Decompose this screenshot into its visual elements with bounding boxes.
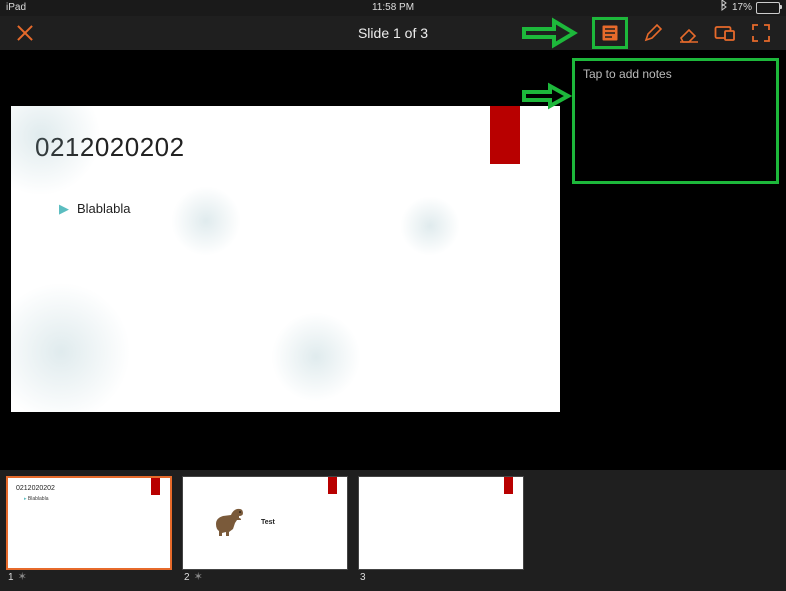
star-icon: ✶ (18, 572, 27, 583)
annotation-arrow-panel (520, 82, 572, 110)
thumbnail-slide-3[interactable] (358, 476, 524, 570)
bluetooth-icon (720, 0, 728, 17)
thumbnail-slide-1[interactable]: 0212020202 ▸ Blablabla (6, 476, 172, 570)
close-button[interactable] (14, 22, 36, 44)
annotation-arrow-toolbar (520, 17, 578, 49)
thumb-label-3: 3 (360, 572, 366, 583)
notes-placeholder: Tap to add notes (583, 67, 672, 81)
notes-button-highlight (592, 17, 628, 49)
clock-label: 11:58 PM (372, 0, 414, 16)
device-label: iPad (6, 0, 26, 16)
bullet-marker-icon: ▶ (59, 201, 69, 216)
thumb-label-1: 1 ✶ (8, 572, 27, 583)
mirror-display-button[interactable] (714, 22, 736, 44)
status-bar: iPad 11:58 PM 17% (0, 0, 786, 16)
fullscreen-button[interactable] (750, 22, 772, 44)
notes-button[interactable] (599, 22, 621, 44)
thumb-label-2: 2 ✶ (184, 572, 203, 583)
trex-image-icon (211, 505, 247, 537)
battery-icon (756, 2, 780, 14)
battery-text: 17% (732, 0, 752, 16)
thumb-test-label: Test (261, 519, 275, 526)
status-right-cluster: 17% (720, 0, 780, 16)
thumb-title: 0212020202 (8, 478, 170, 492)
slide-accent-bar (490, 106, 520, 164)
thumbnail-slide-2[interactable]: Test (182, 476, 348, 570)
star-icon: ✶ (194, 572, 203, 583)
slide-accent-bar (328, 477, 337, 494)
eraser-button[interactable] (678, 22, 700, 44)
notes-panel[interactable]: Tap to add notes (572, 58, 779, 184)
slide-bullet-text: Blablabla (77, 201, 131, 216)
thumb-bullet: ▸ Blablabla (8, 492, 170, 502)
toolbar-icon-group (592, 17, 786, 49)
slide-accent-bar (151, 478, 160, 495)
pen-button[interactable] (642, 22, 664, 44)
slide-bullet-list: ▶ Blablabla (11, 201, 560, 217)
thumbnail-strip: 0212020202 ▸ Blablabla 1 ✶ Test 2 ✶ 3 (0, 470, 786, 591)
slide-accent-bar (504, 477, 513, 494)
toolbar: Slide 1 of 3 (0, 16, 786, 50)
slide-main[interactable]: 0212020202 ▶Blablabla (11, 106, 560, 412)
slide-counter: Slide 1 of 3 (358, 25, 428, 41)
